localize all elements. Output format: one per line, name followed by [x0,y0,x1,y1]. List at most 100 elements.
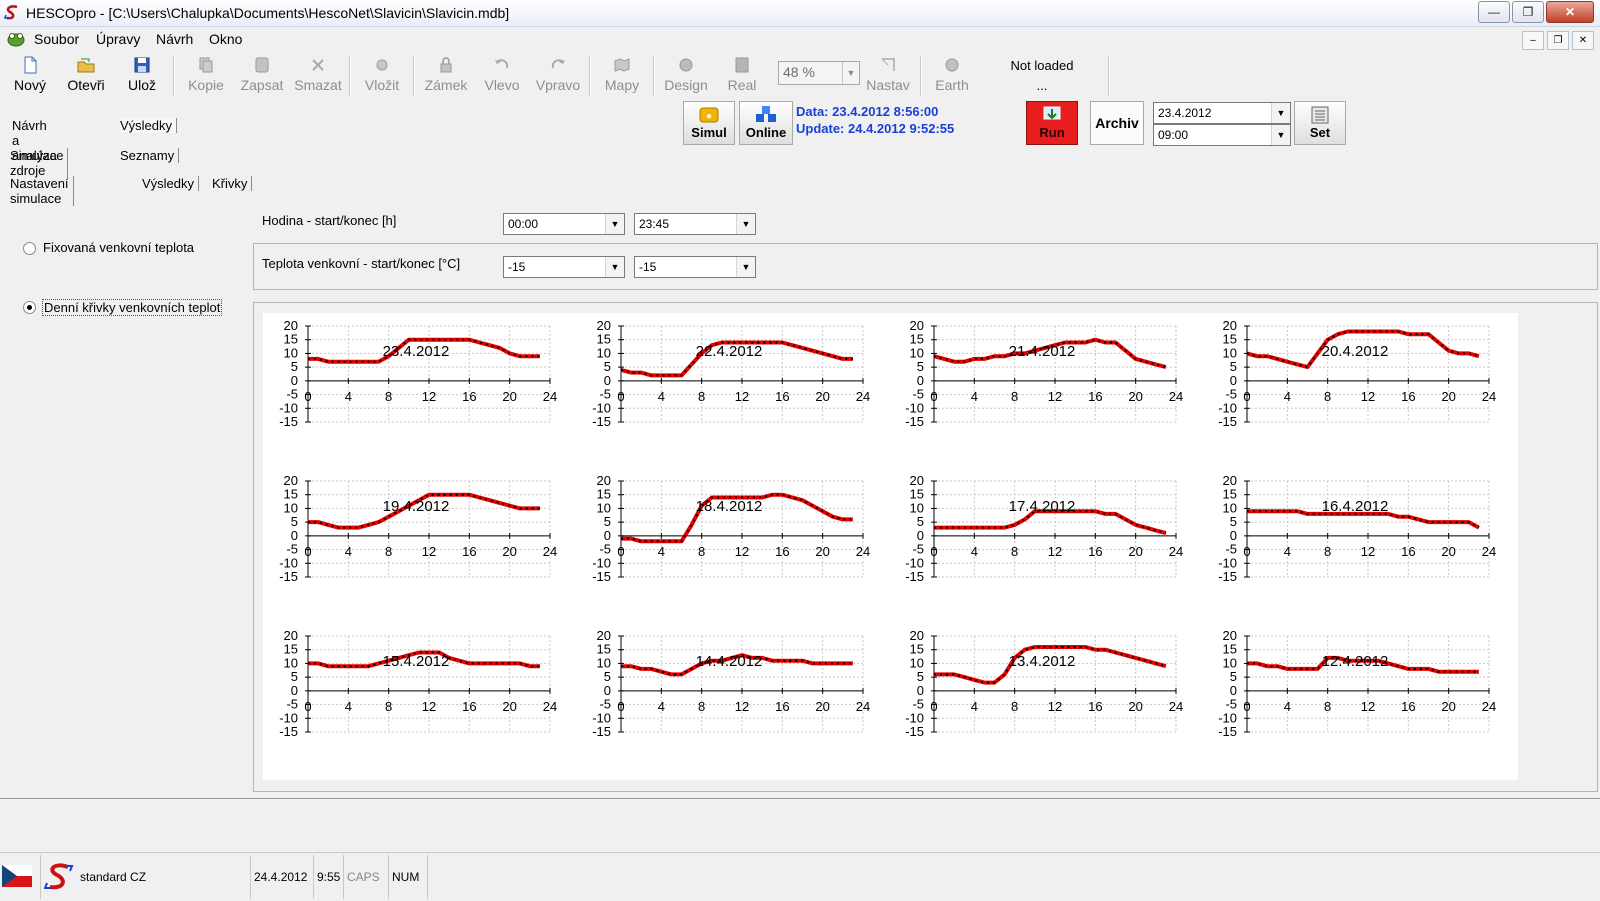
x-tick-label: 20 [1441,544,1455,559]
x-tick-label: 8 [385,699,392,714]
menu-soubor[interactable]: Soubor [34,31,79,47]
chart-panel-title: 17.4.2012 [1009,498,1076,515]
restore-button[interactable]: ❐ [1512,1,1544,23]
temp-start-combobox[interactable]: -15 ▼ [503,256,625,278]
insert-button[interactable]: Vložit [356,56,408,98]
simul-button[interactable]: ● Simul [683,101,735,145]
design-button-label: Design [664,77,708,93]
x-tick-label: 0 [304,699,311,714]
tab-seznamy[interactable]: Seznamy [120,148,180,163]
x-tick-label: 12 [422,389,436,404]
mdi-close-button[interactable]: ✕ [1572,31,1594,50]
save-button[interactable]: Ulož [116,56,168,98]
y-tick-label: -15 [592,414,611,429]
x-tick-label: 4 [1284,389,1291,404]
hour-end-combobox[interactable]: 23:45 ▼ [634,213,756,235]
map-button-label: Mapy [604,77,640,93]
chevron-down-icon[interactable]: ▼ [736,214,755,234]
tab-nastaveni-simulace[interactable]: Nastavení simulace [10,176,74,206]
x-tick-label: 16 [775,389,789,404]
x-tick-label: 24 [1482,389,1496,404]
daily-chart-panel: 20151050-5-10-150 4 8 12 16 20 2420.4.2012 [1218,318,1496,429]
chevron-down-icon[interactable]: ▼ [1271,103,1290,123]
x-tick-label: 24 [1482,544,1496,559]
earth-button[interactable]: Earth [926,56,978,98]
daily-chart-panel: 20151050-5-10-150 4 8 12 16 20 2416.4.2012 [1218,473,1496,584]
chart-panel-title: 19.4.2012 [383,498,450,515]
rotate-right-button[interactable]: Vpravo [532,56,584,98]
temp-end-combobox[interactable]: -15 ▼ [634,256,756,278]
y-tick-label: -15 [592,724,611,739]
x-tick-label: 24 [1482,699,1496,714]
hesco-logo-icon [44,863,74,890]
menu-upravy[interactable]: Úpravy [96,31,140,47]
x-tick-label: 0 [1243,544,1250,559]
tab-vysledky[interactable]: Výsledky [120,118,178,133]
open-button[interactable]: Otevři [60,56,112,98]
rotate-right-button-label: Vpravo [535,77,581,93]
lock-button[interactable]: Zámek [420,56,472,98]
online-button[interactable]: Online [739,101,793,145]
daily-temperature-charts: 20151050-5-10-150 4 8 12 16 20 2423.4.20122015… [279,318,1496,739]
x-tick-label: 24 [1169,544,1183,559]
minimize-button[interactable]: — [1478,1,1510,23]
daily-chart-panel: 20151050-5-10-150 4 8 12 16 20 2422.4.2012 [592,318,870,429]
nastav-button[interactable]: Nastav [862,56,914,98]
daily-chart-panel: 20151050-5-10-150 4 8 12 16 20 2421.4.2012 [905,318,1183,429]
copy-button[interactable]: Kopie [180,56,232,98]
lock-icon [440,57,452,73]
chevron-down-icon[interactable]: ▼ [605,214,624,234]
archiv-time-value: 09:00 [1158,128,1189,142]
tab-krivky[interactable]: Křivky [212,176,253,191]
zoom-dropdown-icon[interactable]: ▼ [842,62,859,84]
close-button[interactable]: ✕ [1546,1,1594,23]
x-tick-label: 4 [345,389,352,404]
archiv-button[interactable]: Archiv [1090,101,1144,145]
mdi-restore-button[interactable]: ❐ [1547,31,1569,50]
map-icon [614,58,630,72]
x-tick-label: 24 [856,699,870,714]
chevron-down-icon[interactable]: ▼ [736,257,755,277]
x-tick-label: 16 [775,699,789,714]
chevron-down-icon[interactable]: ▼ [605,257,624,277]
copy-icon [199,57,213,73]
x-tick-label: 16 [462,699,476,714]
menu-okno[interactable]: Okno [209,31,242,47]
x-tick-label: 16 [462,389,476,404]
daily-chart-panel: 20151050-5-10-150 4 8 12 16 20 2417.4.2012 [905,473,1183,584]
archiv-time-combobox[interactable]: 09:00 ▼ [1153,124,1291,146]
radio-daily-curves[interactable] [23,301,36,314]
chart-panel-title: 23.4.2012 [383,343,450,360]
set-button[interactable]: Set [1294,101,1346,145]
new-button[interactable]: Nový [4,56,56,98]
daily-chart-panel: 20151050-5-10-150 4 8 12 16 20 2418.4.2012 [592,473,870,584]
x-tick-label: 20 [1128,699,1142,714]
chart-panel-title: 20.4.2012 [1322,343,1389,360]
x-tick-label: 4 [345,544,352,559]
x-tick-label: 24 [543,544,557,559]
menu-navrh[interactable]: Návrh [156,31,193,47]
write-button[interactable]: Zapsat [236,56,288,98]
real-button[interactable]: Real [716,56,768,98]
hour-start-combobox[interactable]: 00:00 ▼ [503,213,625,235]
zoom-combobox[interactable]: 48 % ▼ [778,61,860,85]
mdi-minimize-button[interactable]: – [1522,31,1544,50]
run-button[interactable]: Run [1026,101,1078,145]
x-tick-label: 8 [1324,389,1331,404]
map-button[interactable]: Mapy [596,56,648,98]
archiv-date-combobox[interactable]: 23.4.2012 ▼ [1153,102,1291,124]
status-caps: CAPS [343,855,383,899]
new-document-icon [24,56,37,74]
rotate-left-button[interactable]: Vlevo [476,56,528,98]
chevron-down-icon[interactable]: ▼ [1271,125,1290,145]
delete-button[interactable]: Smazat [292,56,344,98]
write-icon [255,57,269,73]
online-label: Online [745,125,787,140]
tab-simulace-zdroje[interactable]: Simulace zdroje [10,148,69,178]
status-num: NUM [388,855,422,899]
nastav-button-label: Nastav [866,77,910,93]
x-tick-label: 0 [304,544,311,559]
tab-vysledky-sub[interactable]: Výsledky [142,176,200,191]
radio-fixed-temperature[interactable] [23,242,36,255]
design-button[interactable]: Design [660,56,712,98]
